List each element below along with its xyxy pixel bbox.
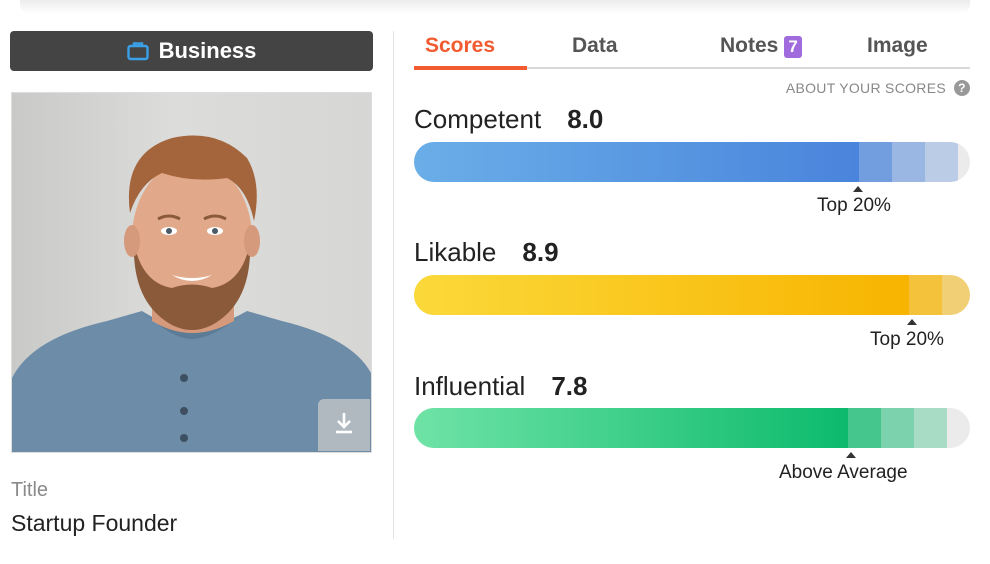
- percentile-pointer: [907, 319, 917, 325]
- top-shadow: [20, 0, 970, 14]
- percentile-pointer: [846, 452, 856, 458]
- about-scores-label: ABOUT YOUR SCORES: [785, 80, 946, 96]
- percentile-pointer: [853, 186, 863, 192]
- download-button[interactable]: [318, 399, 370, 451]
- category-label: Business: [158, 38, 257, 63]
- score-bar-competent: [414, 142, 970, 182]
- score-bar-likable: [414, 275, 970, 315]
- score-value: 7.8: [551, 371, 588, 401]
- percentile-label: Top 20%: [870, 329, 944, 350]
- percentile-band: [881, 408, 914, 448]
- score-title-competent: Competent 8.0: [414, 104, 603, 135]
- title-label: Title: [11, 479, 49, 501]
- percentile-band: [925, 142, 958, 182]
- score-fill: [414, 408, 848, 448]
- percentile-label: Above Average: [779, 462, 908, 483]
- title-value: Startup Founder: [11, 510, 178, 536]
- help-icon: ?: [954, 80, 970, 96]
- percentile-band: [909, 275, 942, 315]
- tab-image-label: Image: [867, 34, 928, 57]
- tab-image[interactable]: Image: [867, 34, 928, 67]
- active-tab-indicator: [414, 66, 527, 70]
- score-value: 8.9: [522, 237, 559, 267]
- briefcase-icon: [126, 41, 149, 61]
- score-title-likable: Likable 8.9: [414, 237, 559, 268]
- percentile-band: [859, 142, 892, 182]
- score-fill: [414, 275, 909, 315]
- score-value: 8.0: [567, 104, 604, 134]
- column-divider: [393, 31, 394, 539]
- percentile-band: [942, 275, 970, 315]
- score-title-influential: Influential 7.8: [414, 371, 587, 402]
- percentile-band: [914, 408, 947, 448]
- about-scores-link[interactable]: ABOUT YOUR SCORES ?: [786, 80, 970, 96]
- percentile-band: [848, 408, 881, 448]
- category-bar[interactable]: Business: [10, 31, 373, 71]
- percentile-band: [892, 142, 925, 182]
- score-name: Likable: [414, 237, 497, 267]
- percentile-label: Top 20%: [817, 195, 891, 216]
- download-icon: [333, 411, 355, 440]
- profile-photo: [11, 92, 372, 453]
- score-name: Influential: [414, 371, 526, 401]
- notes-count-badge: 7: [784, 36, 802, 58]
- score-bar-influential: [414, 408, 970, 448]
- tab-notes[interactable]: Notes 7: [720, 34, 802, 67]
- tab-scores-label: Scores: [425, 34, 496, 57]
- tab-scores[interactable]: Scores: [425, 34, 495, 67]
- score-name: Competent: [414, 104, 542, 134]
- tab-data[interactable]: Data: [572, 34, 618, 67]
- tab-notes-label: Notes: [720, 34, 779, 57]
- tab-data-label: Data: [572, 34, 618, 57]
- score-fill: [414, 142, 859, 182]
- tab-bar: Scores Data Notes 7 Image: [414, 31, 970, 70]
